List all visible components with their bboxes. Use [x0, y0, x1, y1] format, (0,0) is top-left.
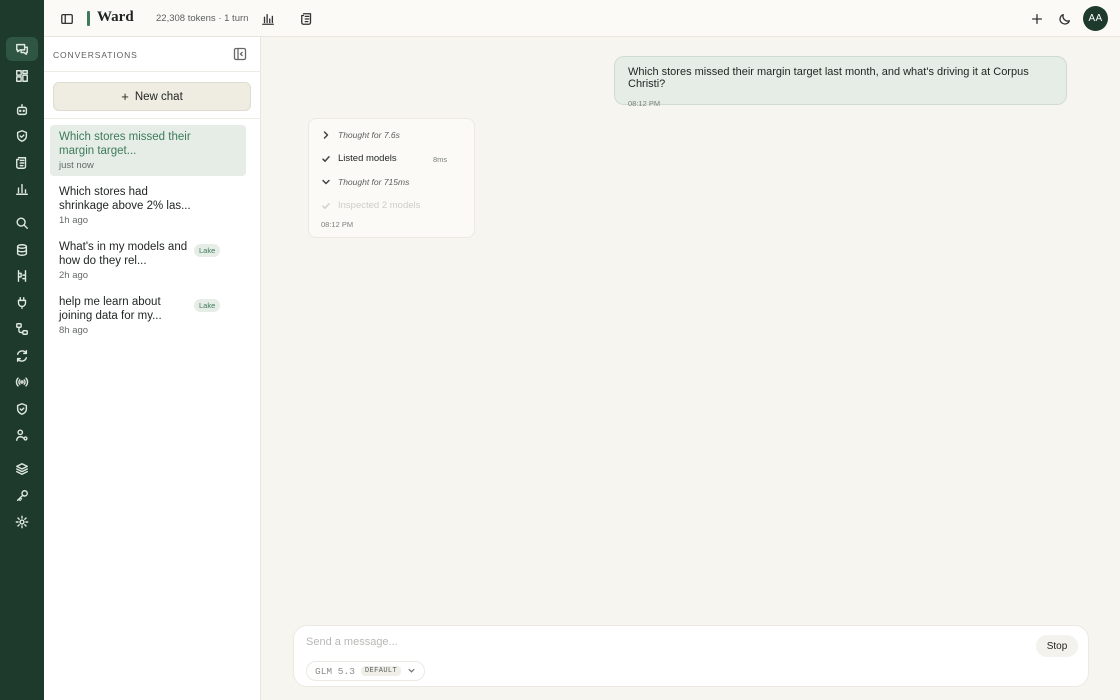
plus-icon[interactable]	[1027, 9, 1047, 29]
conversation-time: 1h ago	[59, 215, 89, 226]
lake-badge: Lake	[194, 299, 221, 312]
conversation-item[interactable]: Which stores had shrinkage above 2% las.…	[50, 180, 246, 231]
panel-divider	[44, 118, 261, 119]
user-message-text: Which stores missed their margin target …	[628, 66, 1029, 90]
rail-search-icon[interactable]	[6, 211, 38, 235]
conversation-item[interactable]: help me learn about joining data for my.…	[50, 290, 246, 341]
conversation-title: What's in my models and how do they rel.…	[59, 241, 188, 267]
rail-broadcast-icon[interactable]	[6, 370, 38, 394]
step-label: Thought for 7.6s	[338, 130, 400, 140]
rail-transform-icon[interactable]	[6, 264, 38, 288]
rail-shield-check-icon[interactable]	[6, 397, 38, 421]
step-label: Inspected 2 models	[338, 200, 421, 211]
check-icon	[322, 202, 330, 209]
step-label: Thought for 715ms	[338, 177, 410, 187]
moon-icon[interactable]	[1055, 9, 1075, 29]
scroll-log-icon[interactable]	[297, 9, 317, 29]
user-message-bubble: Which stores missed their margin target …	[614, 56, 1067, 108]
tool-step: Inspected 2 models	[321, 200, 420, 211]
token-usage: 22,308 tokens · 1 turn	[156, 13, 249, 24]
tool-step[interactable]: Listed models	[321, 153, 397, 164]
user-avatar[interactable]: AA	[1083, 6, 1108, 31]
rail-key-icon[interactable]	[6, 484, 38, 508]
rail-scroll-icon[interactable]	[6, 151, 38, 175]
rail-grid-icon[interactable]	[6, 64, 38, 88]
rail-refresh-icon[interactable]	[6, 344, 38, 368]
check-icon	[322, 155, 330, 162]
rail-plug-icon[interactable]	[6, 291, 38, 315]
rail-shield-icon[interactable]	[6, 124, 38, 148]
stop-button[interactable]: Stop	[1036, 635, 1078, 657]
usage-chart-icon[interactable]	[258, 9, 278, 29]
conversation-title: Which stores had shrinkage above 2% las.…	[59, 186, 191, 212]
conversations-panel: CONVERSATIONS + New chat Which stores mi…	[44, 37, 261, 700]
new-chat-label: New chat	[134, 90, 183, 103]
rail-bar-chart-icon[interactable]	[6, 177, 38, 201]
model-selector[interactable]: GLM 5.3 DEFAULT	[306, 661, 426, 681]
conversation-title: help me learn about joining data for my.…	[59, 296, 162, 322]
conversation-time: just now	[59, 160, 94, 171]
message-composer: Stop GLM 5.3 DEFAULT	[293, 625, 1089, 687]
step-label: Listed models	[338, 153, 397, 164]
rail-layers-icon[interactable]	[6, 457, 38, 481]
collapse-panel-icon[interactable]	[233, 47, 247, 61]
conversation-time: 8h ago	[59, 325, 89, 336]
lake-badge: Lake	[194, 244, 221, 257]
assistant-message-time: 08:12 PM	[321, 220, 354, 229]
new-chat-button[interactable]: + New chat	[53, 82, 251, 111]
model-name: GLM 5.3	[315, 665, 355, 677]
rail-user-settings-icon[interactable]	[6, 423, 38, 447]
chevron-down-icon	[322, 179, 330, 185]
conversations-header: CONVERSATIONS	[53, 50, 138, 60]
user-message-time: 08:12 PM	[628, 99, 661, 108]
rail-chat-icon[interactable]	[6, 37, 38, 61]
step-duration: 8ms	[433, 155, 448, 164]
rail-gear-icon[interactable]	[6, 510, 38, 534]
message-input[interactable]	[306, 636, 1006, 648]
thought-step[interactable]: Thought for 7.6s	[321, 130, 400, 140]
plus-icon: +	[121, 89, 129, 104]
conversation-item[interactable]: Which stores missed their margin target.…	[50, 125, 246, 176]
rail-bot-icon[interactable]	[6, 98, 38, 122]
top-bar: Ward 22,308 tokens · 1 turn AA	[44, 0, 1120, 37]
assistant-steps-card: Thought for 7.6s Listed models 8ms Thoug…	[308, 118, 475, 238]
chevron-down-icon	[407, 662, 416, 680]
panel-divider	[44, 71, 261, 72]
sidebar-toggle-icon[interactable]	[57, 9, 77, 29]
chevron-right-icon	[323, 131, 329, 139]
thought-step[interactable]: Thought for 715ms	[321, 177, 409, 187]
app-rail	[0, 0, 44, 700]
rail-workflow-icon[interactable]	[6, 317, 38, 341]
conversation-time: 2h ago	[59, 270, 89, 281]
default-badge: DEFAULT	[360, 666, 402, 676]
conversation-title: Which stores missed their margin target.…	[59, 131, 191, 157]
brand-mark	[87, 11, 90, 26]
conversation-item[interactable]: What's in my models and how do they rel.…	[50, 235, 246, 286]
brand-name: Ward	[97, 9, 134, 25]
rail-database-icon[interactable]	[6, 238, 38, 262]
